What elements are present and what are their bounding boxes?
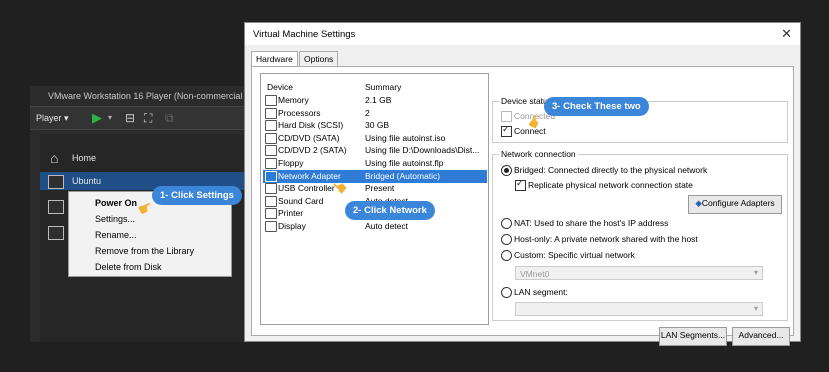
configure-adapters-label: Configure Adapters	[701, 198, 775, 208]
device-header: Device	[267, 82, 293, 92]
device-name: Printer	[278, 208, 304, 219]
custom-network-select[interactable]: VMnet0 ▾	[515, 266, 763, 280]
device-summary: Using file D:\Downloads\Dist...	[365, 145, 480, 156]
replicate-label: Replicate physical network connection st…	[528, 180, 693, 190]
nat-radio[interactable]	[501, 218, 512, 229]
device-row[interactable]: Processors 2	[263, 107, 487, 120]
device-summary: 2	[365, 107, 370, 118]
play-icon[interactable]: ▶	[92, 110, 102, 126]
player-title: VMware Workstation 16 Player (Non-commer…	[30, 86, 260, 106]
device-row[interactable]: CD/DVD 2 (SATA) Using file D:\Downloads\D…	[263, 144, 487, 157]
lan-segment-select[interactable]: ▾	[515, 302, 763, 316]
configure-adapters-button[interactable]: ◆Configure Adapters	[688, 195, 782, 214]
device-name: Network Adapter	[278, 170, 341, 181]
tab-content: Device Summary Memory 2.1 GB Processors 2 Ha…	[251, 66, 794, 346]
device-row[interactable]: Display Auto detect	[263, 220, 487, 233]
device-summary: 2.1 GB	[365, 95, 392, 105]
device-icon	[265, 195, 277, 207]
device-icon	[265, 158, 277, 169]
advanced-button[interactable]: Advanced...	[732, 327, 790, 346]
connected-checkbox[interactable]	[501, 111, 512, 122]
device-summary: 30 GB	[365, 120, 390, 131]
custom-label: Custom: Specific virtual network	[514, 250, 635, 260]
summary-header: Summary	[365, 82, 402, 92]
device-name: Hard Disk (SCSI)	[278, 120, 344, 131]
lan-segment-radio[interactable]	[501, 287, 512, 298]
chevron-down-icon[interactable]: ▾	[108, 113, 112, 122]
close-icon[interactable]: ✕	[781, 26, 792, 42]
player-menu[interactable]: Player ▾	[36, 113, 69, 124]
custom-network-value: VMnet0	[520, 269, 550, 279]
vm-settings-dialog: Virtual Machine Settings ✕ Hardware Opti…	[244, 22, 801, 346]
vm-icon	[48, 226, 64, 240]
device-summary: Auto detect	[365, 221, 409, 231]
device-icon	[265, 95, 277, 106]
menu-item-rename[interactable]: Rename...	[95, 230, 137, 240]
device-name: Processors	[278, 107, 321, 118]
device-name: CD/DVD (SATA)	[278, 132, 340, 143]
menu-item-delete[interactable]: Delete from Disk	[95, 262, 162, 272]
device-name: USB Controller	[278, 183, 335, 194]
menu-item-settings[interactable]: Settings...	[95, 214, 135, 224]
device-icon	[265, 145, 277, 157]
device-row[interactable]: CD/DVD (SATA) Using file autoinst.iso	[263, 132, 487, 145]
vm-icon	[48, 200, 64, 214]
lan-segment-label: LAN segment:	[514, 287, 568, 297]
device-name: Display	[278, 221, 306, 231]
dialog-title: Virtual Machine Settings	[245, 23, 800, 45]
device-list: Device Summary Memory 2.1 GB Processors 2 Ha…	[260, 73, 489, 325]
device-icon	[265, 170, 277, 182]
nat-label: NAT: Used to share the host's IP address	[514, 218, 669, 228]
home-icon: ⌂	[50, 150, 59, 166]
device-summary: Present	[365, 183, 395, 194]
device-icon	[265, 120, 277, 132]
custom-radio[interactable]	[501, 250, 512, 261]
library-item-label: Ubuntu	[72, 176, 102, 186]
device-icon	[265, 132, 277, 144]
device-icon	[265, 183, 277, 195]
device-name: Sound Card	[278, 195, 324, 206]
host-only-label: Host-only: A private network shared with…	[514, 234, 698, 244]
device-row[interactable]: Hard Disk (SCSI) 30 GB	[263, 119, 487, 132]
device-row[interactable]: USB Controller Present	[263, 182, 487, 195]
host-only-radio[interactable]	[501, 234, 512, 245]
connect-at-power-on-checkbox[interactable]	[501, 124, 512, 137]
device-row[interactable]: Floppy Using file autoinst.flp	[263, 157, 487, 170]
bridged-label: Bridged: Connected directly to the physi…	[514, 165, 708, 175]
device-summary: Using file autoinst.iso	[365, 132, 446, 143]
callout-step3: 3- Check These two	[544, 97, 649, 116]
device-row[interactable]: Network Adapter Bridged (Automatic)	[263, 169, 487, 183]
replicate-checkbox[interactable]	[515, 178, 526, 191]
library-home[interactable]: Home	[72, 153, 96, 163]
menu-item-power-on[interactable]: Power On	[95, 198, 137, 208]
device-summary: Using file autoinst.flp	[365, 158, 444, 168]
device-icon	[265, 107, 277, 119]
vm-icon	[48, 175, 64, 189]
device-row[interactable]: Memory 2.1 GB	[263, 94, 487, 107]
menu-item-remove[interactable]: Remove from the Library	[95, 246, 194, 256]
callout-step1: 1- Click Settings	[152, 186, 242, 205]
bridged-radio[interactable]	[501, 165, 512, 176]
device-icon	[265, 221, 277, 232]
device-name: Floppy	[278, 158, 304, 168]
send-ctrl-alt-del-icon[interactable]: ⊟	[125, 111, 135, 125]
callout-step2: 2- Click Network	[345, 201, 435, 220]
chevron-down-icon: ▾	[753, 268, 758, 277]
device-name: CD/DVD 2 (SATA)	[278, 145, 347, 156]
player-toolbar: Player ▾ ▶ ▾ ⊟ ⛶ ⧉	[30, 106, 260, 130]
network-connection-group: Network connection Bridged: Connected di…	[492, 149, 788, 321]
device-summary: Bridged (Automatic)	[365, 170, 441, 181]
tab-bar: Hardware Options	[251, 51, 791, 71]
fullscreen-icon[interactable]: ⛶	[144, 111, 152, 126]
chevron-down-icon: ▾	[753, 304, 758, 313]
unity-icon[interactable]: ⧉	[165, 111, 174, 126]
device-name: Memory	[278, 95, 309, 105]
device-icon	[265, 208, 277, 220]
lan-segments-button[interactable]: LAN Segments...	[659, 327, 727, 346]
network-connection-label: Network connection	[499, 149, 578, 159]
